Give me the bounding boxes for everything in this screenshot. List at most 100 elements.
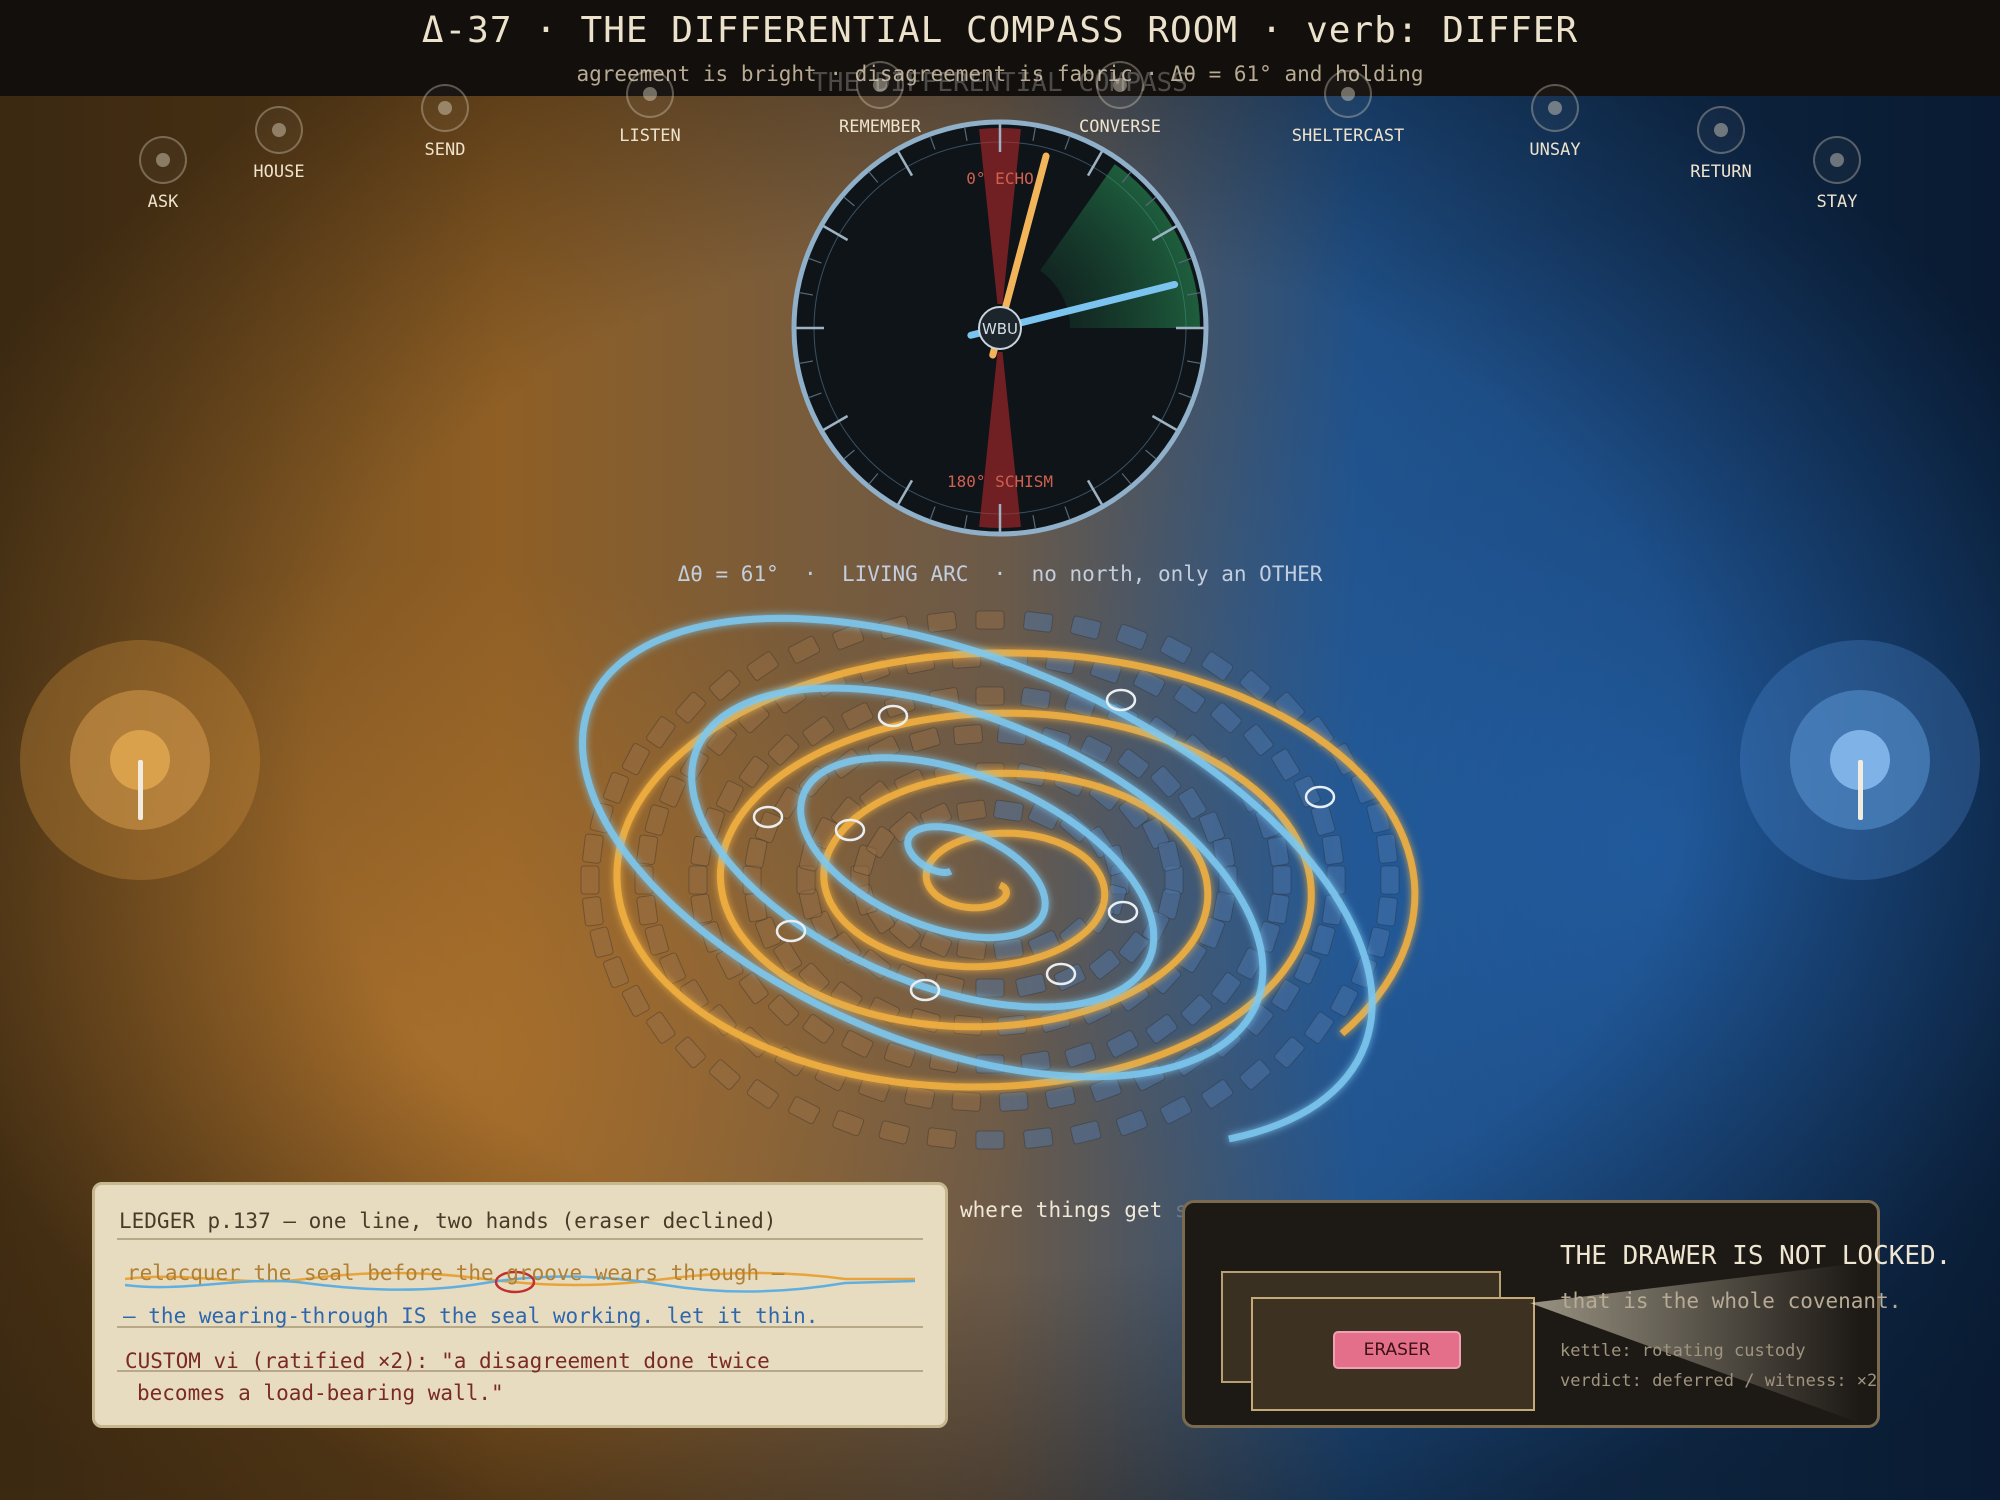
fabric-tile: [926, 1127, 957, 1149]
fabric-tile: [582, 896, 604, 927]
fabric-tile: [1321, 834, 1344, 865]
eraser-button[interactable]: ERASER: [1333, 1331, 1461, 1369]
fabric-tile: [1177, 787, 1207, 820]
fabric-tile: [709, 1059, 741, 1090]
fabric-tile: [744, 837, 768, 869]
fabric-tile: [768, 734, 800, 766]
ledger-heading: LEDGER p.137 — one line, two hands (eras…: [119, 1209, 777, 1233]
fabric-tile: [926, 611, 957, 633]
fabric-tile: [1023, 1127, 1054, 1149]
open-drawer[interactable]: ERASER: [1251, 1297, 1535, 1411]
node-ring-icon: [1697, 106, 1745, 154]
fabric-tile: [1157, 840, 1182, 872]
node-ring-icon: [255, 106, 303, 154]
fabric-tile: [975, 1130, 1005, 1150]
fabric-tile: [1376, 896, 1398, 927]
fabric-tile: [993, 938, 1024, 961]
fabric-tile: [589, 926, 614, 958]
fabric-tile: [621, 984, 650, 1017]
node-ring-icon: [1096, 61, 1144, 109]
fabric-tile: [1150, 765, 1182, 798]
verb-node-sheltercast[interactable]: SHELTERCAST: [1288, 70, 1408, 146]
verb-label: SEND: [424, 140, 466, 160]
verb-node-ask[interactable]: ASK: [103, 136, 223, 212]
fabric-tile: [709, 670, 741, 701]
fabric-tile: [768, 994, 800, 1026]
fabric-tile: [1310, 804, 1336, 836]
compass-readout: Δθ = 61° · LIVING ARC · no north, only a…: [677, 562, 1323, 586]
fabric-tile: [746, 651, 779, 681]
node-ring-icon: [1324, 70, 1372, 118]
fabric-tile: [956, 938, 987, 961]
fabric-tile: [746, 1079, 779, 1109]
fabric-tile: [1271, 748, 1300, 781]
ledger-custom-line: CUSTOM vi (ratified ×2): "a disagreement…: [125, 1349, 770, 1373]
fabric-tile: [1180, 994, 1212, 1026]
fabric-tile: [659, 775, 687, 808]
fabric-tile: [1330, 984, 1359, 1017]
node-ring-icon: [1531, 84, 1579, 132]
verb-label: ASK: [147, 192, 179, 212]
fabric-tile: [1267, 835, 1290, 867]
fabric-tile: [953, 724, 984, 746]
fabric-tile: [975, 686, 1005, 706]
schism-label: 180° SCHISM: [947, 472, 1053, 491]
fabric-tile: [951, 1091, 982, 1112]
node-ring-icon: [1813, 136, 1861, 184]
page-title: Δ-37 · THE DIFFERENTIAL COMPASS ROOM · v…: [421, 10, 1579, 51]
drawer-title: THE DRAWER IS NOT LOCKED.: [1560, 1241, 1952, 1271]
fabric-tile: [1366, 926, 1391, 958]
fabric-tile: [582, 833, 604, 864]
differential-compass[interactable]: 0° ECHO 180° SCHISM WBU: [790, 118, 1210, 538]
fabric-tile: [644, 804, 670, 836]
verb-node-return[interactable]: RETURN: [1661, 106, 1781, 182]
fabric-tile: [644, 924, 670, 956]
ledger-blue-line: — the wearing-through IS the seal workin…: [123, 1304, 819, 1328]
verb-node-unsay[interactable]: UNSAY: [1495, 84, 1615, 160]
fabric-tile: [993, 799, 1024, 822]
fabric-tile: [580, 865, 600, 895]
fabric-tile: [1243, 724, 1274, 756]
drawer-subtitle: that is the whole covenant.: [1560, 1289, 1902, 1313]
crossing-point-marker[interactable]: [775, 919, 807, 943]
fabric-tile: [975, 978, 1005, 998]
ledger-card[interactable]: LEDGER p.137 — one line, two hands (eras…: [92, 1182, 948, 1428]
verb-node-stay[interactable]: STAY: [1777, 136, 1897, 212]
node-ring-icon: [626, 70, 674, 118]
amber-hand-knob[interactable]: [20, 640, 260, 880]
fabric-tile: [1376, 833, 1398, 864]
fabric-tile: [1020, 687, 1051, 710]
fabric-tile: [1115, 623, 1148, 650]
node-ring-icon: [139, 136, 187, 184]
fabric-tile: [1210, 702, 1242, 734]
knob-needle-icon: [138, 760, 143, 820]
fabric-tile: [1117, 748, 1150, 779]
verb-node-listen[interactable]: LISTEN: [590, 70, 710, 146]
fabric-tile: [1293, 952, 1321, 985]
fabric-tile: [738, 755, 769, 788]
verb-label: STAY: [1816, 192, 1858, 212]
verb-label: HOUSE: [253, 162, 305, 182]
fabric-tile: [1380, 865, 1400, 895]
fabric-tile: [646, 1011, 676, 1044]
verb-node-send[interactable]: SEND: [385, 84, 505, 160]
blue-hand-knob[interactable]: [1740, 640, 1980, 880]
fabric-tile: [636, 895, 659, 926]
caption-body: : where things get: [934, 1198, 1163, 1222]
verb-label: LISTEN: [619, 126, 681, 146]
fabric-tile: [788, 635, 821, 664]
fabric-tile: [802, 716, 835, 746]
fabric-tile: [956, 799, 987, 822]
fabric-tile: [1274, 1036, 1305, 1069]
fabric-tile: [832, 1110, 865, 1137]
verb-node-house[interactable]: HOUSE: [219, 106, 339, 182]
fabric-tile: [1115, 1110, 1148, 1137]
fabric-tile: [909, 727, 941, 752]
fabric-tile: [636, 834, 659, 865]
fabric-tile: [602, 956, 630, 989]
fabric-tile: [1272, 865, 1292, 895]
node-ring-icon: [856, 61, 904, 109]
ledger-amber-line: relacquer the seal before the groove wea…: [127, 1261, 785, 1285]
kettle-status: kettle: rotating custody: [1560, 1341, 1806, 1361]
spiral-fabric[interactable]: [550, 590, 1500, 1170]
